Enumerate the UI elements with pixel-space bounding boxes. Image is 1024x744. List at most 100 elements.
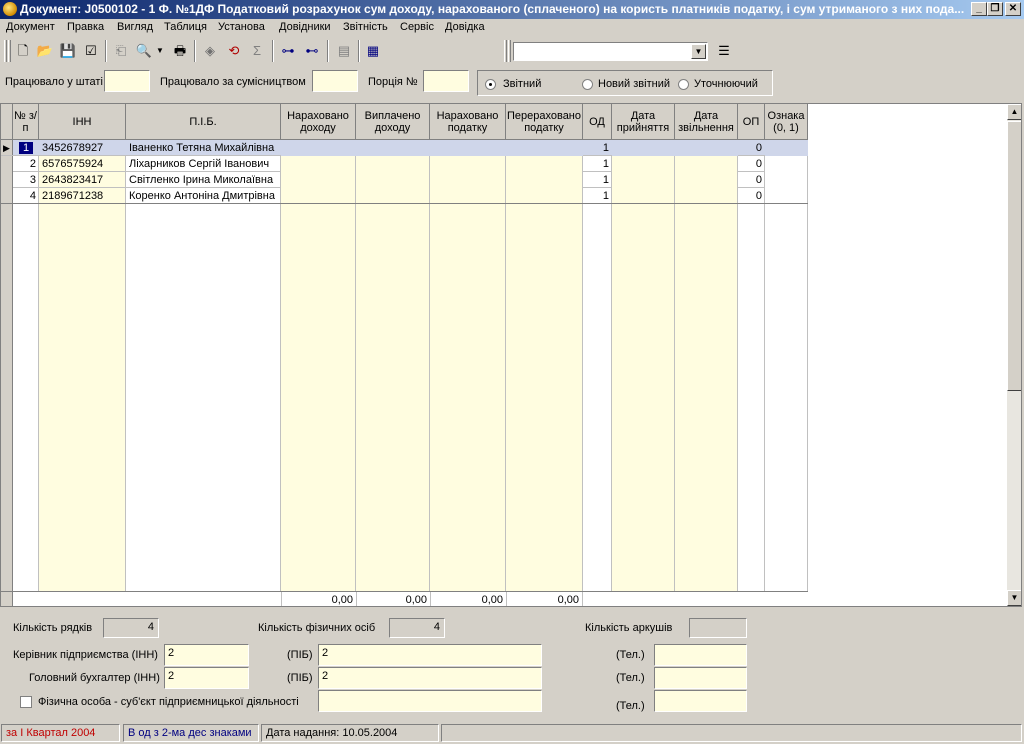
col-header-op[interactable]: ОП <box>738 104 765 140</box>
row-number[interactable]: 3 <box>13 172 39 188</box>
rows-divider <box>1 203 808 204</box>
stamp-icon[interactable]: ⎗ <box>110 40 132 62</box>
row-op[interactable]: 0 <box>738 172 765 188</box>
row-od[interactable]: 1 <box>583 156 612 172</box>
tree-expand-icon[interactable]: ⊶ <box>277 40 299 62</box>
print-preview-icon[interactable]: 🔍 <box>133 40 155 62</box>
row-inn[interactable]: 3452678927 <box>39 140 126 156</box>
scroll-down-icon[interactable]: ▼ <box>1007 590 1021 606</box>
table-row[interactable]: ▶ 1 3452678927 Іваненко Тетяна Михайлівн… <box>1 140 808 156</box>
sum-icon[interactable]: Σ <box>246 40 268 62</box>
row-number[interactable]: 4 <box>13 188 39 204</box>
col-header-transferred-tax[interactable]: Перераховано податку <box>506 104 583 140</box>
entrepreneur-phone-input[interactable] <box>654 690 747 712</box>
table-row[interactable]: 4 2189671238 Коренко Антоніна Дмитрівна … <box>1 188 808 204</box>
form-icon[interactable]: ▤ <box>333 40 355 62</box>
close-button[interactable]: ✕ <box>1005 2 1021 16</box>
toolbar-grip[interactable] <box>4 40 7 62</box>
radio-reporting-label[interactable]: Звітний <box>503 78 541 90</box>
radio-clarifying-label[interactable]: Уточнюючий <box>694 78 758 90</box>
col-header-name[interactable]: П.І.Б. <box>126 104 281 140</box>
chevron-down-icon[interactable]: ▼ <box>691 44 706 59</box>
scroll-thumb[interactable] <box>1007 121 1021 391</box>
radio-reporting[interactable] <box>485 79 496 90</box>
menu-edit[interactable]: Правка <box>67 21 104 33</box>
row-name[interactable]: Коренко Антоніна Дмитрівна <box>126 188 281 204</box>
row-od[interactable]: 1 <box>583 140 612 156</box>
menu-service[interactable]: Сервіс <box>400 21 434 33</box>
radio-new-reporting-label[interactable]: Новий звітний <box>598 78 670 90</box>
entrepreneur-checkbox[interactable] <box>20 696 32 708</box>
total-paid-income: 0,00 <box>356 592 430 606</box>
status-empty-panel <box>441 724 1022 742</box>
table-row[interactable]: 2 6576575924 Ліхарников Сергій Іванович … <box>1 156 808 172</box>
menu-document[interactable]: Документ <box>6 21 55 33</box>
col-header-number[interactable]: № з/п <box>13 104 39 140</box>
entrepreneur-input[interactable] <box>318 690 542 712</box>
menu-table[interactable]: Таблиця <box>164 21 207 33</box>
row-number[interactable]: 1 <box>18 142 34 154</box>
director-pib-input[interactable]: 2 <box>318 644 542 666</box>
sheets-count-value <box>689 618 747 638</box>
row-od[interactable]: 1 <box>583 188 612 204</box>
printer-icon[interactable]: 🖶 <box>169 40 191 62</box>
minimize-button[interactable]: _ <box>971 2 987 16</box>
menu-institution[interactable]: Установа <box>218 21 265 33</box>
col-header-inn[interactable]: ІНН <box>39 104 126 140</box>
row-name[interactable]: Світленко Ірина Миколаївна <box>126 172 281 188</box>
toolbar-separator <box>272 40 274 62</box>
accountant-inn-input[interactable]: 2 <box>164 667 249 689</box>
col-header-od[interactable]: ОД <box>583 104 612 140</box>
col-header-hire-date[interactable]: Дата прийняття <box>612 104 675 140</box>
portion-input[interactable] <box>423 70 469 92</box>
row-name[interactable]: Ліхарников Сергій Іванович <box>126 156 281 172</box>
scroll-up-icon[interactable]: ▲ <box>1007 104 1021 120</box>
menu-help[interactable]: Довідка <box>445 21 485 33</box>
staff-input[interactable] <box>104 70 150 92</box>
check-icon[interactable]: ☑ <box>80 40 102 62</box>
row-op[interactable]: 0 <box>738 188 765 204</box>
save-icon[interactable]: 💾 <box>57 40 79 62</box>
parttime-input[interactable] <box>312 70 358 92</box>
edit-list-icon[interactable]: ☰ <box>713 40 735 62</box>
menu-directories[interactable]: Довідники <box>279 21 331 33</box>
radio-clarifying[interactable] <box>678 79 689 90</box>
col-header-accrued-income[interactable]: Нараховано доходу <box>281 104 356 140</box>
dropdown-arrow-icon[interactable]: ▼ <box>155 40 165 62</box>
vertical-scrollbar[interactable]: ▲ ▼ <box>1007 104 1021 606</box>
eraser-icon[interactable]: ◈ <box>199 40 221 62</box>
accountant-pib-input[interactable]: 2 <box>318 667 542 689</box>
radio-new-reporting[interactable] <box>582 79 593 90</box>
col-header-paid-income[interactable]: Виплачено доходу <box>356 104 430 140</box>
toolbar-grip[interactable] <box>504 40 507 62</box>
tree-collapse-icon[interactable]: ⊷ <box>301 40 323 62</box>
toolbar-grip[interactable] <box>508 40 511 62</box>
new-document-icon[interactable]: 🗋 <box>12 40 34 62</box>
row-number[interactable]: 2 <box>13 156 39 172</box>
col-header-sign[interactable]: Ознака (0, 1) <box>765 104 808 140</box>
table-row[interactable]: 3 2643823417 Світленко Ірина Миколаївна … <box>1 172 808 188</box>
accountant-phone-input[interactable] <box>654 667 747 689</box>
col-header-dismissal-date[interactable]: Дата звільнення <box>675 104 738 140</box>
app-icon[interactable] <box>3 2 17 16</box>
director-phone-input[interactable] <box>654 644 747 666</box>
col-od <box>583 140 612 591</box>
col-header-accrued-tax[interactable]: Нараховано податку <box>430 104 506 140</box>
data-grid[interactable]: № з/п ІНН П.І.Б. Нараховано доходу Випла… <box>0 103 1022 607</box>
document-combo[interactable]: ▼ <box>513 42 708 61</box>
menu-view[interactable]: Вигляд <box>117 21 153 33</box>
row-name[interactable]: Іваненко Тетяна Михайлівна <box>126 140 281 156</box>
row-inn[interactable]: 2643823417 <box>39 172 126 188</box>
director-inn-input[interactable]: 2 <box>164 644 249 666</box>
menu-reports[interactable]: Звітність <box>343 21 388 33</box>
row-inn[interactable]: 6576575924 <box>39 156 126 172</box>
row-op[interactable]: 0 <box>738 156 765 172</box>
row-od[interactable]: 1 <box>583 172 612 188</box>
table-view-icon[interactable]: ▦ <box>362 40 384 62</box>
row-op[interactable]: 0 <box>738 140 765 156</box>
recalculate-icon[interactable]: ⟲ <box>223 40 245 62</box>
open-folder-icon[interactable]: 📂 <box>34 40 56 62</box>
restore-button[interactable]: ❐ <box>987 2 1003 16</box>
row-inn[interactable]: 2189671238 <box>39 188 126 204</box>
toolbar-grip[interactable] <box>8 40 11 62</box>
